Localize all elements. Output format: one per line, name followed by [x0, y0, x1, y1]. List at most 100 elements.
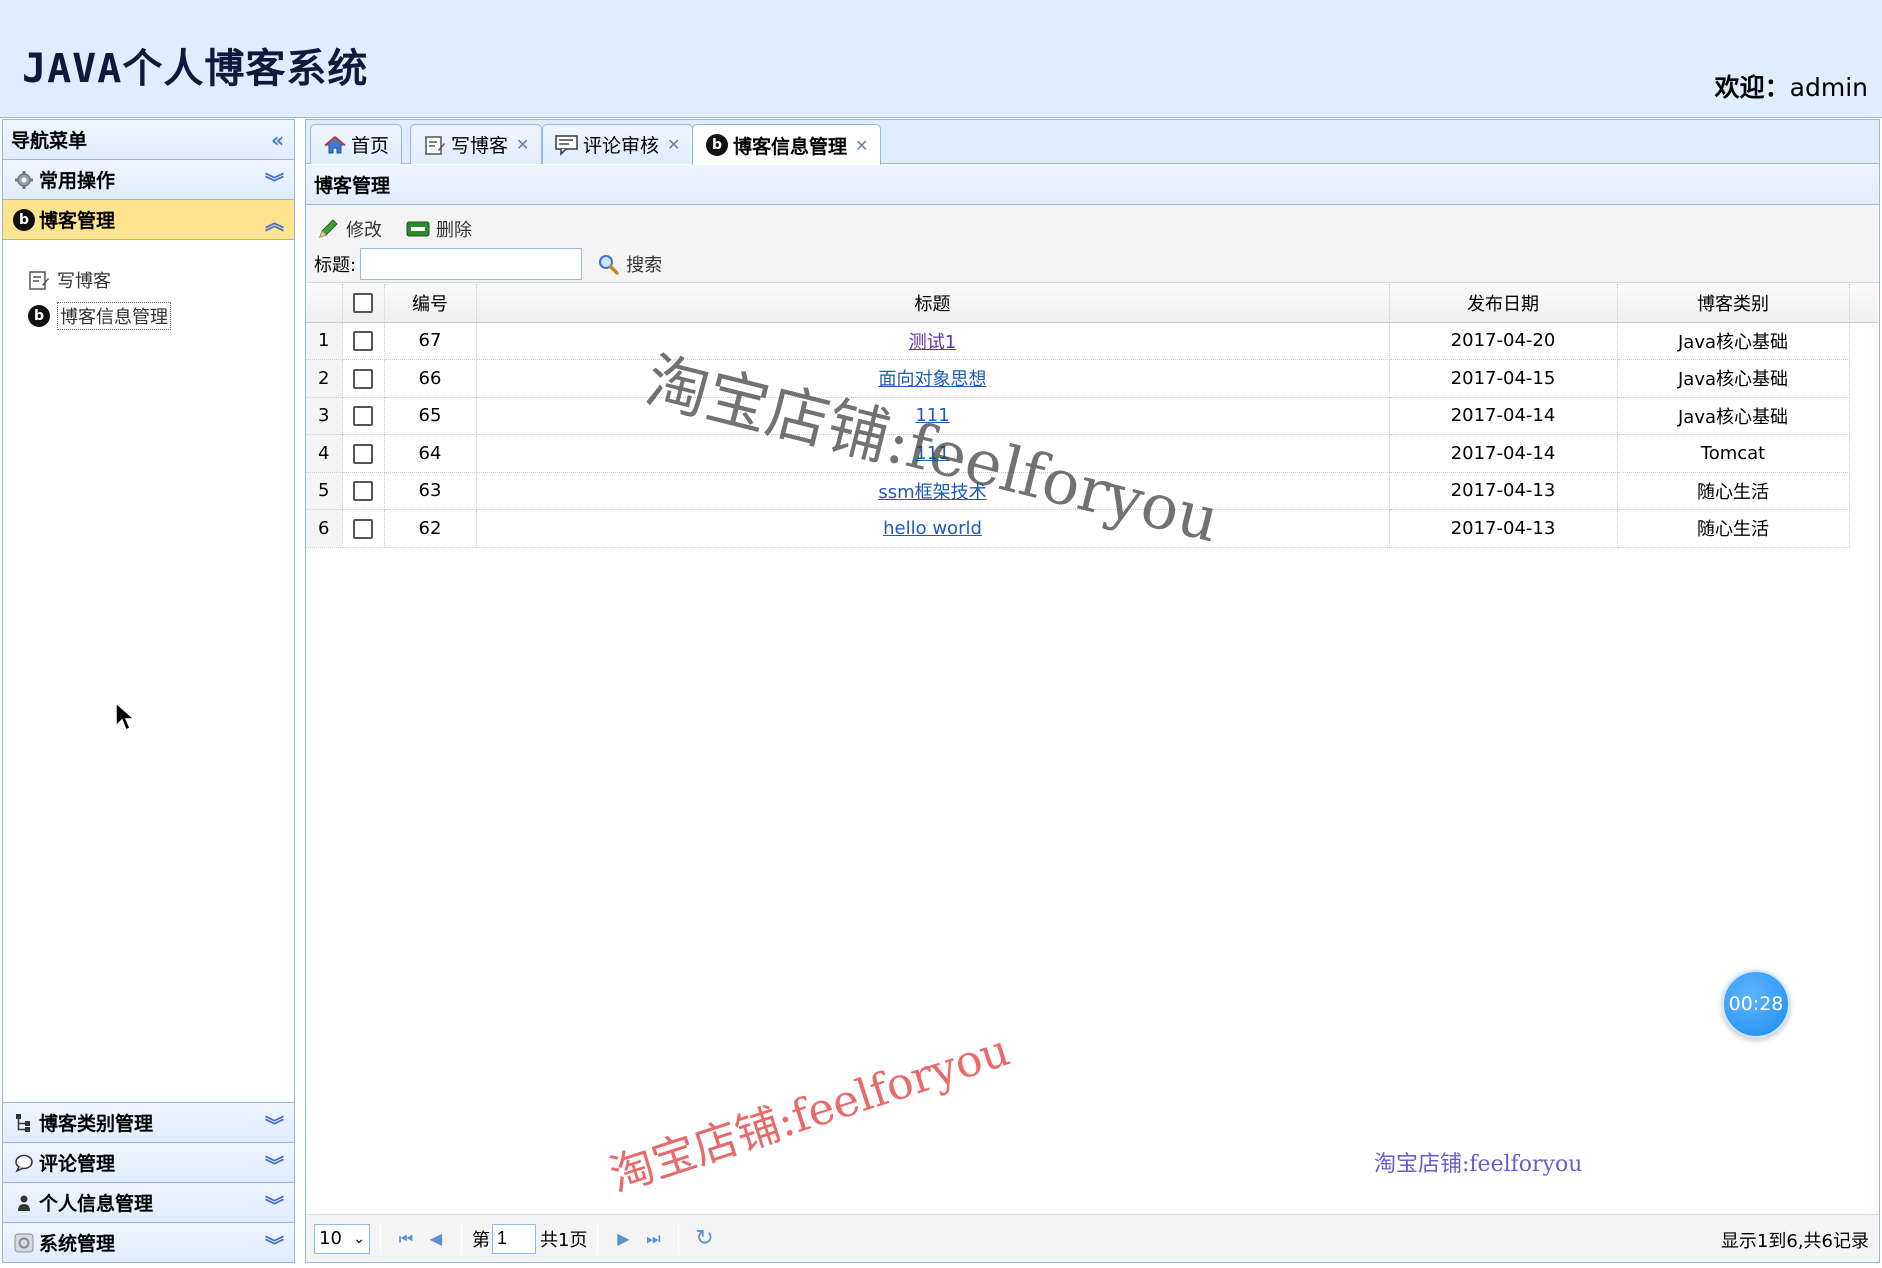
edit-doc-icon — [423, 133, 447, 157]
row-checkbox[interactable] — [353, 331, 373, 352]
blog-title-link[interactable]: ssm框架技术 — [878, 482, 986, 503]
expand-down-icon[interactable]: ︾ — [265, 1111, 284, 1138]
edit-button[interactable]: 修改 — [316, 213, 382, 245]
accordion-label: 评论管理 — [39, 1153, 116, 1175]
row-filler — [1849, 435, 1877, 473]
expand-down-icon[interactable]: ︾ — [265, 1191, 284, 1218]
blog-title-link[interactable]: 面向对象思想 — [879, 369, 987, 390]
collapse-up-icon[interactable]: ︽ — [265, 208, 284, 235]
system-icon — [13, 1232, 35, 1254]
sidebar: 导航菜单 « 常用操作 ︾ b 博客管理 ︽ 写博客 b 博客信息管理 博客类别… — [2, 119, 295, 1263]
row-select-cell — [342, 434, 385, 473]
tab-blog-info[interactable]: b 博客信息管理 ✕ — [692, 124, 882, 165]
first-page-icon[interactable]: ⏮ — [391, 1224, 421, 1254]
cell-id: 63 — [384, 472, 477, 510]
search-row: 标题: 搜索 — [314, 247, 662, 281]
accordion-label: 博客类别管理 — [39, 1113, 154, 1135]
cell-id: 62 — [384, 509, 477, 548]
search-label: 标题: — [314, 255, 357, 276]
next-page-icon[interactable]: ▶ — [608, 1224, 638, 1254]
tab-label: 写博客 — [451, 135, 509, 157]
row-select-cell — [342, 509, 385, 548]
cell-title: hello world — [476, 509, 1390, 548]
rownum-header — [306, 284, 343, 323]
pager-separator — [597, 1223, 599, 1254]
accordion-personal-info[interactable]: 个人信息管理 ︾ — [3, 1182, 294, 1222]
table-row[interactable]: 1 67 测试1 2017-04-20 Java核心基础 — [306, 322, 1877, 360]
table-row[interactable]: 2 66 面向对象思想 2017-04-15 Java核心基础 — [306, 359, 1877, 398]
row-select-cell — [342, 397, 385, 435]
magnifier-icon — [596, 252, 620, 276]
blog-title-link[interactable]: 111 — [915, 405, 949, 426]
accordion-common-ops[interactable]: 常用操作 ︾ — [3, 160, 294, 200]
blog-title-link[interactable]: 测试1 — [909, 332, 956, 353]
cell-category: Java核心基础 — [1617, 397, 1850, 435]
tree-icon — [13, 1112, 35, 1134]
cell-category: 随心生活 — [1617, 509, 1850, 548]
row-checkbox[interactable] — [353, 518, 373, 539]
tab-home[interactable]: 首页 — [310, 124, 403, 164]
select-all-checkbox[interactable] — [353, 293, 373, 314]
expand-down-icon[interactable]: ︾ — [265, 1151, 284, 1178]
column-header-title[interactable]: 标题 — [476, 284, 1390, 323]
last-page-icon[interactable]: ⏭ — [638, 1224, 668, 1254]
row-checkbox[interactable] — [353, 368, 373, 389]
delete-button[interactable]: 删除 — [406, 213, 472, 245]
blog-title-link[interactable]: 111 — [915, 443, 949, 464]
pager-separator — [461, 1223, 462, 1254]
blog-title-link[interactable]: hello world — [883, 518, 982, 539]
table-row[interactable]: 4 64 111 2017-04-14 Tomcat — [306, 434, 1877, 473]
pager-separator — [380, 1223, 381, 1254]
cell-category: Java核心基础 — [1617, 322, 1850, 360]
table-row[interactable]: 6 62 hello world 2017-04-13 随心生活 — [306, 509, 1877, 548]
cell-title: 111 — [476, 434, 1390, 473]
menu-item-blog-info[interactable]: b 博客信息管理 — [27, 298, 294, 334]
table-row[interactable]: 5 63 ssm框架技术 2017-04-13 随心生活 — [306, 472, 1877, 510]
expand-down-icon[interactable]: ︾ — [265, 168, 284, 195]
cell-id: 67 — [384, 322, 477, 360]
row-number: 5 — [306, 472, 343, 510]
expand-down-icon[interactable]: ︾ — [265, 1231, 284, 1258]
close-icon[interactable]: ✕ — [516, 135, 529, 154]
close-icon[interactable]: ✕ — [855, 136, 868, 155]
collapse-left-icon[interactable]: « — [271, 128, 284, 152]
accordion-system[interactable]: 系统管理 ︾ — [3, 1222, 294, 1262]
row-filler — [1849, 472, 1877, 510]
cell-title: 面向对象思想 — [476, 359, 1390, 398]
cell-title: ssm框架技术 — [476, 472, 1390, 510]
refresh-icon[interactable]: ↻ — [689, 1224, 719, 1254]
column-header-date[interactable]: 发布日期 — [1389, 284, 1618, 323]
cell-date: 2017-04-14 — [1389, 397, 1618, 435]
menu-item-write-blog[interactable]: 写博客 — [27, 262, 294, 298]
row-checkbox[interactable] — [353, 481, 373, 502]
recording-timer-badge[interactable]: 00:28 — [1722, 970, 1790, 1038]
row-checkbox[interactable] — [353, 443, 373, 464]
search-button[interactable]: 搜索 — [596, 251, 662, 277]
cell-id: 65 — [384, 397, 477, 435]
table-row[interactable]: 3 65 111 2017-04-14 Java核心基础 — [306, 397, 1877, 435]
row-checkbox[interactable] — [353, 406, 373, 427]
menu-item-label: 博客信息管理 — [57, 302, 171, 330]
tab-comment-review[interactable]: 评论审核 ✕ — [542, 124, 694, 164]
blog-table: 编号 标题 发布日期 博客类别 1 67 测试1 2017-04-20 Java… — [306, 284, 1877, 548]
column-header-id[interactable]: 编号 — [384, 284, 477, 323]
accordion-comments[interactable]: 评论管理 ︾ — [3, 1142, 294, 1182]
accordion-label: 常用操作 — [39, 170, 116, 192]
page-number-input[interactable] — [492, 1223, 536, 1254]
accordion-label: 系统管理 — [39, 1233, 116, 1255]
accordion-blog-category[interactable]: 博客类别管理 ︾ — [3, 1102, 294, 1142]
accordion-blog-management[interactable]: b 博客管理 ︽ — [3, 200, 294, 240]
panel-title: 博客管理 — [306, 165, 1879, 205]
close-icon[interactable]: ✕ — [667, 135, 680, 154]
tab-write-blog[interactable]: 写博客 ✕ — [410, 124, 543, 164]
page-size-select[interactable]: 10 ⌄ — [314, 1223, 370, 1254]
row-filler — [1849, 397, 1877, 435]
search-button-label: 搜索 — [626, 255, 663, 276]
title-search-input[interactable] — [360, 248, 583, 280]
row-number: 6 — [306, 509, 343, 548]
prev-page-icon[interactable]: ◀ — [421, 1224, 451, 1254]
sidebar-title: 导航菜单 — [11, 130, 88, 152]
tab-label: 博客信息管理 — [733, 135, 848, 158]
row-number: 1 — [306, 322, 343, 360]
column-header-category[interactable]: 博客类别 — [1617, 284, 1850, 323]
